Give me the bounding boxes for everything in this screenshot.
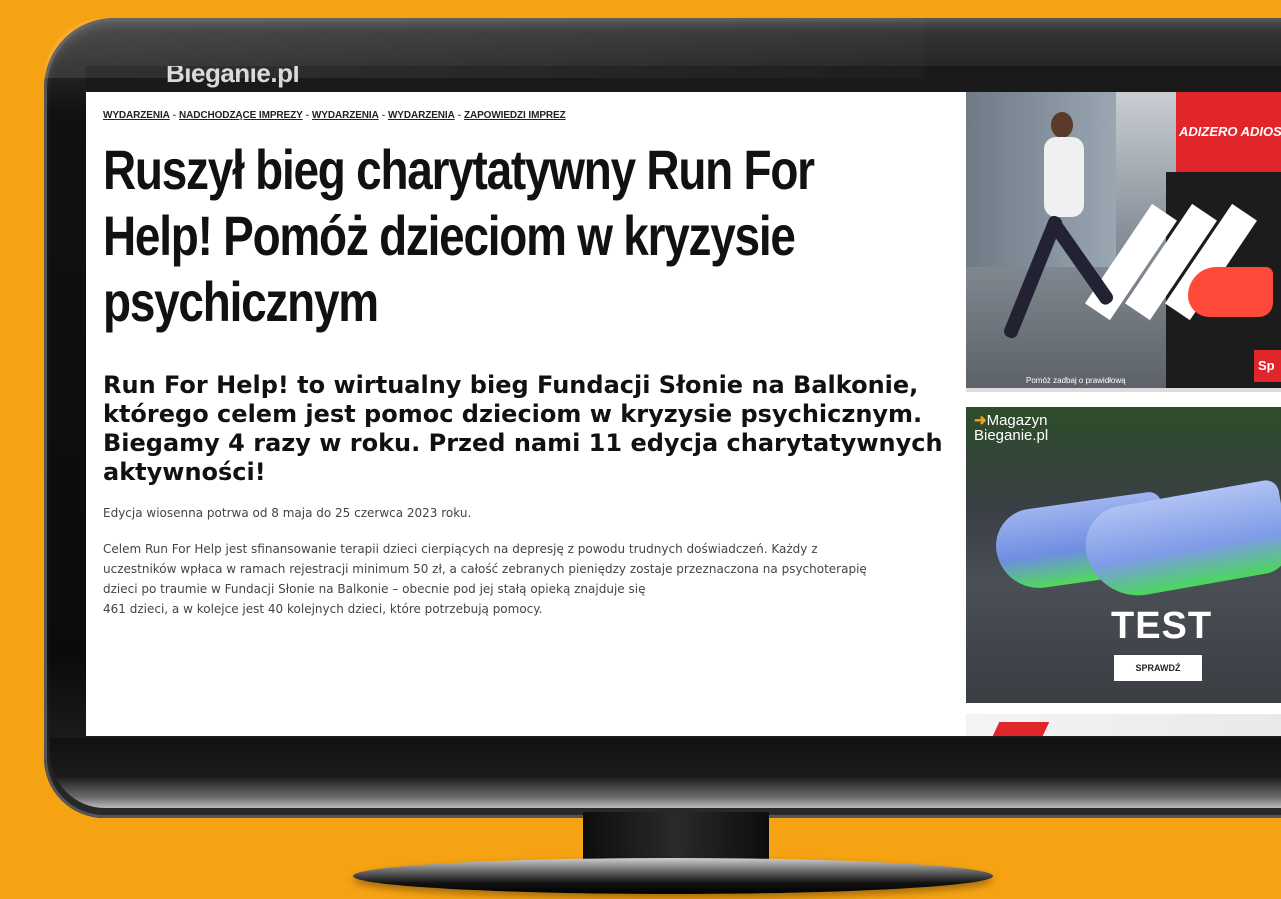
breadcrumb: WYDARZENIA - NADCHODZĄCE IMPREZY - WYDAR…: [103, 110, 963, 121]
article-lead: Run For Help! to wirtualny bieg Fundacji…: [103, 371, 943, 486]
runner-image-body: [1044, 137, 1084, 217]
article-paragraph-dates: Edycja wiosenna potrwa od 8 maja do 25 c…: [103, 506, 472, 520]
breadcrumb-item-zapowiedzi-imprez[interactable]: ZAPOWIEDZI IMPREZ: [464, 110, 566, 121]
monitor-stand-base: [353, 858, 993, 894]
breadcrumb-item-wydarzenia-3[interactable]: WYDARZENIA: [388, 110, 455, 121]
sidebar-ad-magazine-test[interactable]: ➜Magazyn Bieganie.pl TEST SPRAWDŹ: [966, 407, 1281, 703]
breadcrumb-separator: -: [381, 110, 385, 121]
breadcrumb-separator: -: [305, 110, 309, 121]
article-paragraph-body-text: Celem Run For Help jest sfinansowanie te…: [103, 542, 867, 596]
breadcrumb-separator: -: [457, 110, 461, 121]
article-paragraph-body-continued: 461 dzieci, a w kolejce jest 40 kolejnyc…: [103, 602, 543, 616]
article: WYDARZENIA - NADCHODZĄCE IMPREZY - WYDAR…: [103, 106, 963, 619]
magazine-logo-line2: Bieganie.pl: [974, 427, 1049, 444]
breadcrumb-item-wydarzenia[interactable]: WYDARZENIA: [103, 110, 170, 121]
site-header: Bieganie.pl: [86, 66, 1281, 92]
magazine-logo: ➜Magazyn Bieganie.pl: [974, 413, 1048, 443]
ad-test-label: TEST: [1111, 605, 1213, 647]
sidebar-ad-running-shoe[interactable]: ADIZERO ADIOS P Pomóż zadbaj o prawidłow…: [966, 92, 1281, 392]
breadcrumb-item-wydarzenia-2[interactable]: WYDARZENIA: [312, 110, 379, 121]
sprawdz-button[interactable]: SPRAWDŹ: [1114, 655, 1202, 681]
browser-screen: Bieganie.pl WYDARZENIA - NADCHODZĄCE IMP…: [86, 66, 1281, 736]
running-shoe-image: [1188, 267, 1273, 317]
ad-caption: Pomóż zadbaj o prawidłową: [1026, 376, 1126, 385]
runner-image-head: [1051, 112, 1073, 138]
breadcrumb-item-nadchodzace-imprezy[interactable]: NADCHODZĄCE IMPREZY: [179, 110, 303, 121]
breadcrumb-separator: -: [172, 110, 177, 121]
sidebar-ad-partial[interactable]: [966, 714, 1281, 736]
ad-badge: Sp: [1254, 350, 1281, 382]
monitor-bottom-bezel: [50, 738, 1281, 808]
site-logo[interactable]: Bieganie.pl: [166, 66, 300, 89]
article-paragraph-body: Celem Run For Help jest sfinansowanie te…: [103, 539, 893, 619]
ad-headline: ADIZERO ADIOS P: [1179, 124, 1281, 139]
article-title: Ruszył bieg charytatywny Run For Help! P…: [103, 138, 815, 333]
ad-divider: [966, 388, 1281, 392]
